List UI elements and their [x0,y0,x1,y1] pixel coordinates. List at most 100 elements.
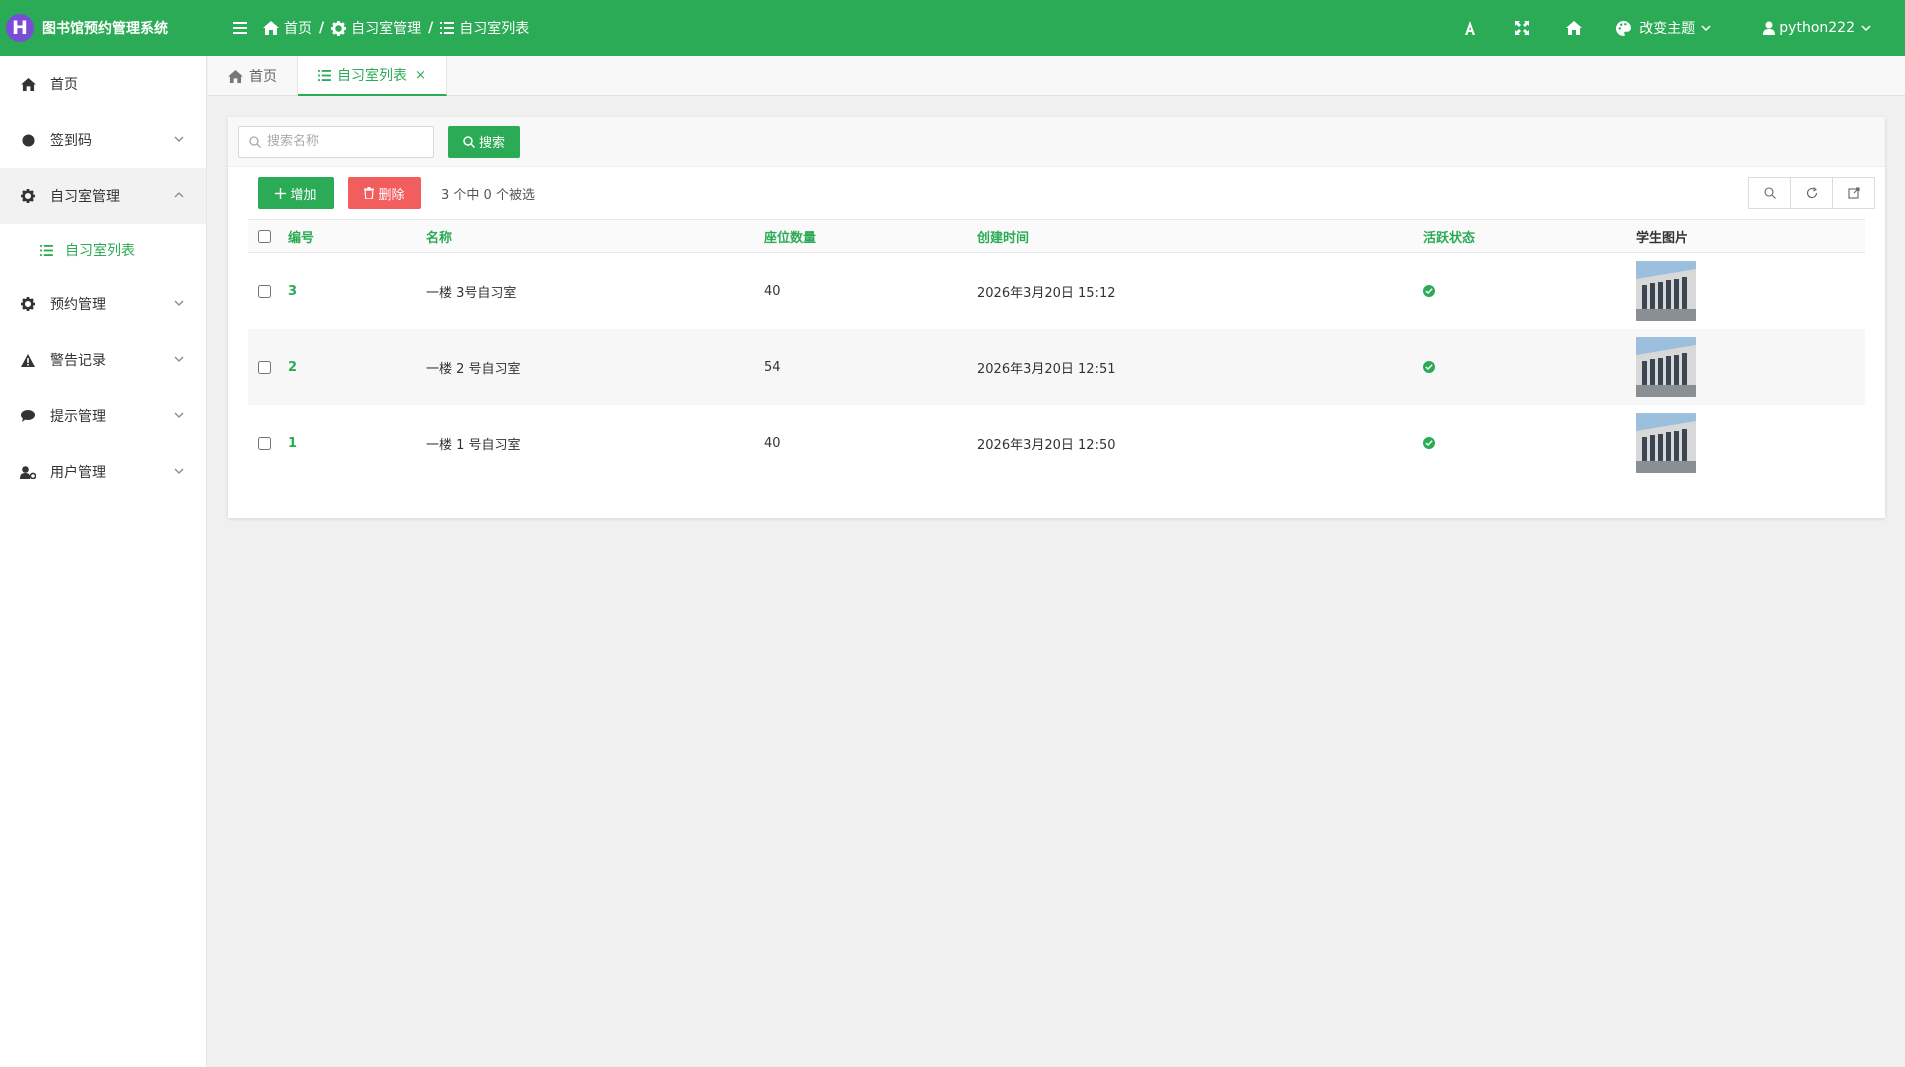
user-icon [1763,21,1776,35]
search-icon [463,135,475,148]
delete-button-label: 删除 [378,186,405,202]
search-button-label: 搜索 [478,135,505,150]
room-photo[interactable] [1636,337,1696,397]
check-circle-icon [1423,285,1435,297]
theme-label: 改变主题 [1639,21,1696,37]
chevron-up-icon [174,192,184,198]
row-checkbox[interactable] [258,284,271,298]
gear-icon [20,189,36,203]
row-checkbox[interactable] [258,436,271,450]
tab-label: 首页 [249,69,277,85]
app-logo[interactable]: H 图书馆预约管理系统 [0,0,207,56]
row-created-time: 2026年3月20日 15:12 [977,285,1116,301]
chevron-down-icon [1861,25,1871,31]
breadcrumb-separator: / [428,20,434,36]
row-name: 一楼 2 号自习室 [426,361,521,377]
row-select-cell [248,436,288,450]
add-button[interactable]: 增加 [258,177,334,209]
select-all-checkbox[interactable] [258,229,271,243]
table-tools [1748,177,1875,209]
row-seats: 54 [764,359,781,375]
tab-label: 自习室列表 [337,68,407,84]
breadcrumb-label: 首页 [284,21,312,37]
gear-icon [331,20,347,36]
sidebar-item-label: 自习室管理 [50,189,120,205]
logo-badge: H [6,14,34,42]
list-icon [40,244,53,256]
sidebar-item-label: 用户管理 [50,465,106,481]
top-header: H 图书馆预约管理系统 首页 / 自习室管理 / 自习室列表 改变主题 pyth… [0,0,1905,56]
row-created-time: 2026年3月20日 12:50 [977,437,1116,453]
row-select-cell [248,360,288,374]
table-header: 编号 名称 座位数量 创建时间 活跃状态 学生图片 [248,219,1865,253]
user-menu[interactable]: python222 [1763,20,1875,36]
sidebar-item-study-room-mgmt[interactable]: 自习室管理 [0,168,206,224]
row-seats: 40 [764,283,781,299]
username: python222 [1779,20,1855,36]
gear-icon [20,297,36,311]
list-icon [318,69,331,81]
check-circle-icon [1423,437,1435,449]
home-icon [20,77,36,91]
sidebar: 首页 签到码 自习室管理 自习室列表 预约管理 警告记录 提示管理 用户管理 [0,56,207,1067]
sidebar-item-notice-mgmt[interactable]: 提示管理 [0,388,206,444]
chevron-down-icon [1701,25,1711,31]
breadcrumb-study-room-mgmt[interactable]: 自习室管理 [331,18,421,38]
search-button[interactable]: 搜索 [448,125,520,158]
content-card: 搜索 增加 删除 3 个中 0 个被选 编号 名称 座位数量 创建时间 活跃状态… [228,117,1885,518]
row-id-link[interactable]: 3 [288,284,297,299]
sidebar-item-checkin-code[interactable]: 签到码 [0,112,206,168]
menu-toggle-icon[interactable] [229,17,251,39]
close-icon[interactable]: × [415,68,426,83]
room-photo[interactable] [1636,261,1696,321]
toolbar: 增加 删除 3 个中 0 个被选 [228,167,1885,219]
row-id-link[interactable]: 1 [288,436,297,451]
theme-switcher[interactable]: 改变主题 [1616,18,1719,38]
row-select-cell [248,284,288,298]
sidebar-item-user-mgmt[interactable]: 用户管理 [0,444,206,500]
column-header-seats[interactable]: 座位数量 [764,227,977,246]
breadcrumb: 首页 / 自习室管理 / 自习室列表 [263,18,529,38]
chevron-down-icon [174,300,184,306]
table-row: 1 一楼 1 号自习室 40 2026年3月20日 12:50 [248,405,1865,481]
row-checkbox[interactable] [258,360,271,374]
room-photo[interactable] [1636,413,1696,473]
breadcrumb-label: 自习室管理 [351,21,422,37]
tab-study-room-list[interactable]: 自习室列表 × [298,56,447,96]
sidebar-item-home[interactable]: 首页 [0,56,206,112]
column-header-status[interactable]: 活跃状态 [1423,227,1636,246]
column-header-id[interactable]: 编号 [288,227,426,246]
tab-bar: 首页 自习室列表 × [208,56,1905,96]
sidebar-item-reservation-mgmt[interactable]: 预约管理 [0,276,206,332]
search-bar: 搜索 [228,117,1885,167]
breadcrumb-home[interactable]: 首页 [263,18,312,38]
column-header-created[interactable]: 创建时间 [977,227,1423,246]
sidebar-item-label: 提示管理 [50,409,106,425]
column-header-name[interactable]: 名称 [426,227,764,246]
home-icon [263,21,279,35]
selection-count: 3 个中 0 个被选 [441,187,535,203]
search-field[interactable] [238,125,434,158]
row-id-link[interactable]: 2 [288,360,297,375]
search-icon[interactable] [1748,177,1791,209]
fullscreen-icon[interactable] [1496,0,1548,56]
list-icon [440,22,455,34]
search-input[interactable] [267,134,427,149]
sidebar-item-study-room-list[interactable]: 自习室列表 [0,224,206,276]
chevron-down-icon [174,468,184,474]
home-icon [228,69,243,83]
font-size-icon[interactable] [1444,0,1496,56]
breadcrumb-study-room-list[interactable]: 自习室列表 [440,18,529,38]
home-icon[interactable] [1548,0,1600,56]
chevron-down-icon [174,356,184,362]
breadcrumb-separator: / [319,20,325,36]
sidebar-item-label: 警告记录 [50,353,106,369]
refresh-icon[interactable] [1790,177,1833,209]
export-icon[interactable] [1832,177,1875,209]
sidebar-item-warning-records[interactable]: 警告记录 [0,332,206,388]
table-row: 3 一楼 3号自习室 40 2026年3月20日 15:12 [248,253,1865,329]
select-all-cell [248,229,288,243]
sidebar-item-label: 预约管理 [50,297,106,313]
tab-home[interactable]: 首页 [208,56,298,96]
delete-button[interactable]: 删除 [348,177,421,209]
